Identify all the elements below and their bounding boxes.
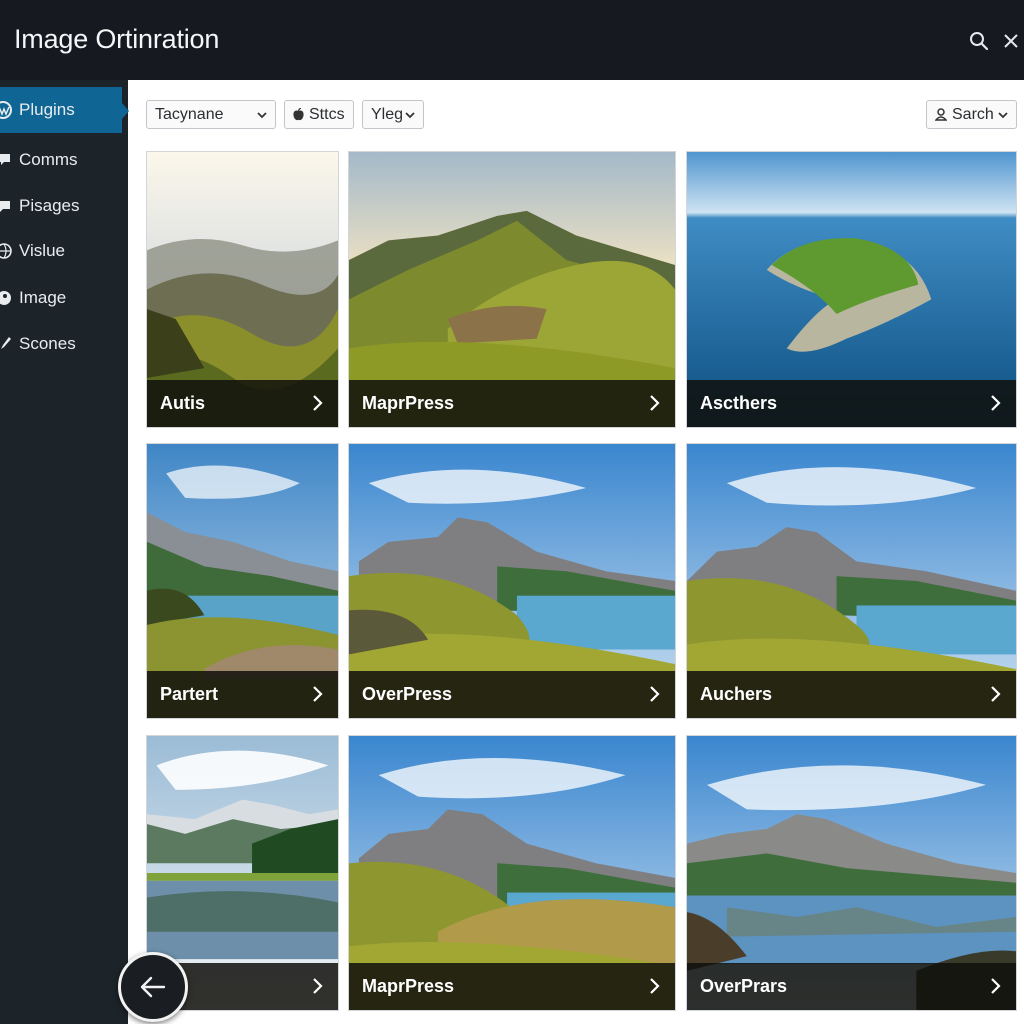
sidebar-item-label: Pisages xyxy=(19,196,80,215)
card-caption-bar: Ascthers xyxy=(687,380,1016,427)
app-header: Image Ortinration xyxy=(0,0,1024,80)
card-title: MaprPress xyxy=(362,393,455,413)
filter-select[interactable]: Tacynane xyxy=(146,100,276,129)
page-title: Image Ortinration xyxy=(14,24,220,54)
stats-button[interactable]: Sttcs xyxy=(284,100,354,129)
sidebar-item-vislue[interactable]: Vislue xyxy=(0,228,128,274)
chevron-right-icon xyxy=(650,978,660,994)
gallery-card[interactable]: MaprPress xyxy=(348,735,676,1011)
search-icon xyxy=(970,32,989,51)
user-icon xyxy=(935,108,947,121)
card-caption-bar: Partert xyxy=(147,671,338,718)
chevron-down-icon xyxy=(998,106,1008,124)
gallery-card[interactable]: Autis xyxy=(146,151,339,428)
apple-icon xyxy=(293,108,304,121)
wordpress-icon xyxy=(0,100,19,120)
gallery-card[interactable]: Ascthers xyxy=(686,151,1017,428)
card-caption-bar: Autis xyxy=(147,380,338,427)
card-title: Partert xyxy=(160,684,219,704)
card-title: OverPrars xyxy=(700,976,788,996)
sidebar: Plugins Comms Pisages Vislue Image Scone… xyxy=(0,80,129,1024)
gallery-card[interactable]: MaprPress xyxy=(348,151,676,428)
gallery-card[interactable]: Auchers xyxy=(686,443,1017,719)
search-button[interactable] xyxy=(966,28,992,54)
close-icon xyxy=(1004,34,1018,48)
sidebar-item-pisages[interactable]: Pisages xyxy=(0,183,128,229)
chevron-right-icon xyxy=(650,686,660,702)
card-caption-bar: MaprPress xyxy=(349,380,675,427)
chevron-right-icon xyxy=(991,395,1001,411)
chevron-right-icon xyxy=(313,395,323,411)
sidebar-item-label: Comms xyxy=(19,150,78,169)
chevron-down-icon xyxy=(405,106,415,124)
card-caption-bar: MaprPress xyxy=(349,963,675,1010)
card-caption-bar: OverPrars xyxy=(687,963,1016,1010)
chevron-right-icon xyxy=(313,686,323,702)
comment-icon xyxy=(0,153,19,167)
chevron-right-icon xyxy=(650,395,660,411)
brush-icon xyxy=(0,336,19,352)
card-title: Auchers xyxy=(700,684,773,704)
chevron-down-icon xyxy=(257,106,267,124)
view-select-value: Yleg xyxy=(371,105,404,123)
gallery-card[interactable]: Partert xyxy=(146,443,339,719)
gallery-card[interactable]: OverPress xyxy=(348,443,676,719)
sidebar-item-label: Plugins xyxy=(19,100,75,119)
card-title: MaprPress xyxy=(362,976,455,996)
sidebar-item-label: Scones xyxy=(19,334,76,353)
sidebar-item-plugins[interactable]: Plugins xyxy=(0,87,129,133)
image-icon xyxy=(0,290,19,306)
chevron-right-icon xyxy=(313,978,323,994)
search-dropdown[interactable]: Sarch xyxy=(926,100,1017,129)
card-title: Ascthers xyxy=(700,393,778,413)
search-label: Sarch xyxy=(952,105,994,123)
view-select[interactable]: Yleg xyxy=(362,100,424,129)
stats-label: Sttcs xyxy=(309,105,345,123)
filter-select-value: Tacynane xyxy=(155,105,224,123)
globe-icon xyxy=(0,243,19,259)
close-button[interactable] xyxy=(998,28,1024,54)
pages-icon xyxy=(0,199,19,213)
sidebar-item-label: Vislue xyxy=(19,241,65,260)
card-title: OverPress xyxy=(362,684,453,704)
sidebar-item-comms[interactable]: Comms xyxy=(0,137,128,183)
back-button[interactable] xyxy=(118,952,188,1022)
chevron-right-icon xyxy=(991,978,1001,994)
sidebar-item-label: Image xyxy=(19,288,67,307)
card-caption-bar: Auchers xyxy=(687,671,1016,718)
arrow-left-icon xyxy=(140,976,166,998)
card-caption-bar: OverPress xyxy=(349,671,675,718)
sidebar-item-image[interactable]: Image xyxy=(0,275,128,321)
sidebar-item-scones[interactable]: Scones xyxy=(0,321,128,367)
card-title: Autis xyxy=(160,393,205,413)
gallery-card[interactable]: OverPrars xyxy=(686,735,1017,1011)
chevron-right-icon xyxy=(991,686,1001,702)
